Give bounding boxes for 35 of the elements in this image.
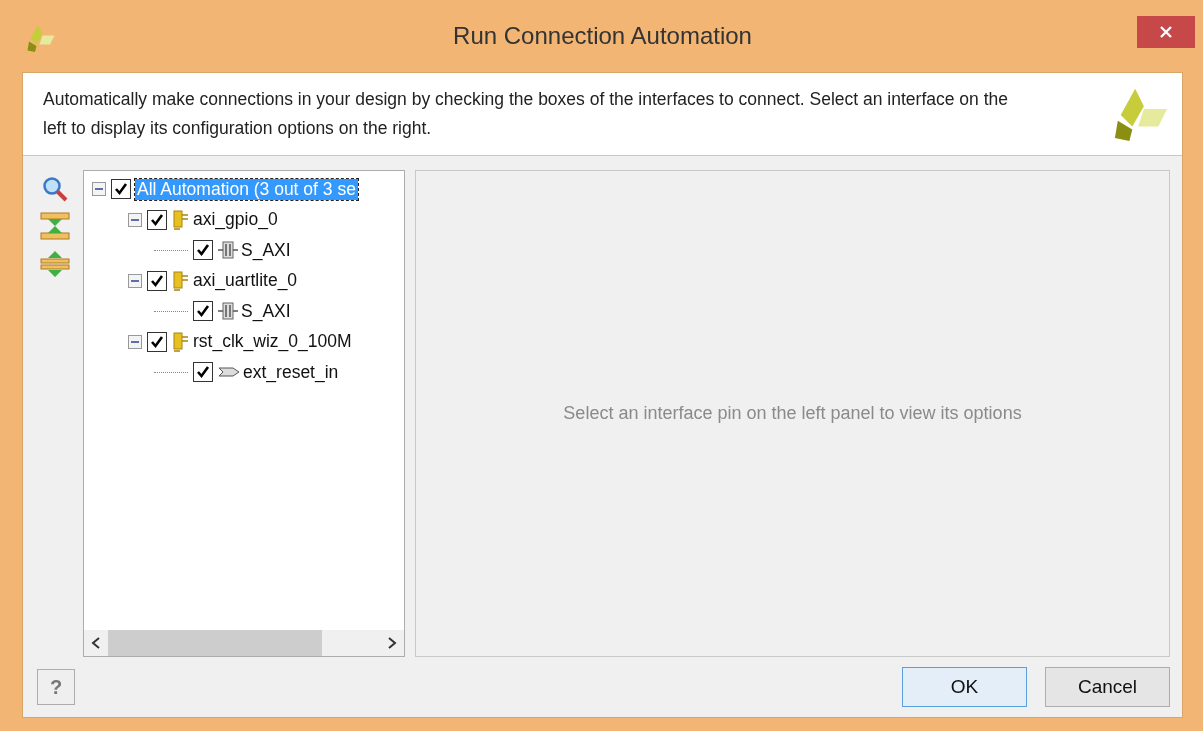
dialog-button[interactable]: Cancel: [1045, 667, 1170, 707]
collapse-toggle[interactable]: [128, 273, 142, 288]
component-icon: [171, 330, 191, 353]
help-button[interactable]: ?: [37, 669, 75, 705]
tree-item[interactable]: axi_gpio_0: [191, 209, 280, 231]
search-icon[interactable]: [42, 176, 68, 202]
scroll-right-icon[interactable]: [387, 637, 397, 649]
tree-item[interactable]: axi_uartlite_0: [191, 270, 300, 292]
tree-item[interactable]: S_AXI: [239, 300, 293, 322]
tree-item[interactable]: ext_reset_in: [241, 361, 341, 383]
collapse-toggle[interactable]: [128, 334, 142, 349]
tree-item[interactable]: S_AXI: [239, 239, 293, 261]
checkbox[interactable]: [193, 301, 213, 322]
checkbox[interactable]: [147, 270, 167, 291]
port-icon: [217, 365, 241, 380]
dialog-button[interactable]: OK: [902, 667, 1027, 707]
scroll-left-icon[interactable]: [91, 637, 101, 649]
component-icon: [171, 208, 191, 231]
bus-interface-icon: [217, 301, 239, 322]
horizontal-scrollbar[interactable]: [84, 630, 404, 656]
close-icon: [1159, 25, 1173, 39]
close-button[interactable]: [1137, 16, 1195, 48]
description-text: Automatically make connections in your design by checking the boxes of the interfaces to connect. Select an interface on the left to display its configuration options on the right.: [43, 88, 1009, 140]
component-icon: [171, 269, 191, 292]
collapse-toggle[interactable]: [92, 182, 106, 197]
options-hint: Select an interface pin on the left panel to view its options: [563, 403, 1022, 424]
tree-item[interactable]: rst_clk_wiz_0_100M: [191, 331, 354, 353]
bus-interface-icon: [217, 240, 239, 261]
window-title: Run Connection Automation: [453, 22, 752, 50]
checkbox[interactable]: [147, 331, 167, 352]
checkbox[interactable]: [193, 362, 213, 383]
checkbox[interactable]: [193, 240, 213, 261]
collapse-toggle[interactable]: [128, 212, 142, 227]
checkbox[interactable]: [111, 179, 131, 200]
checkbox[interactable]: [147, 209, 167, 230]
